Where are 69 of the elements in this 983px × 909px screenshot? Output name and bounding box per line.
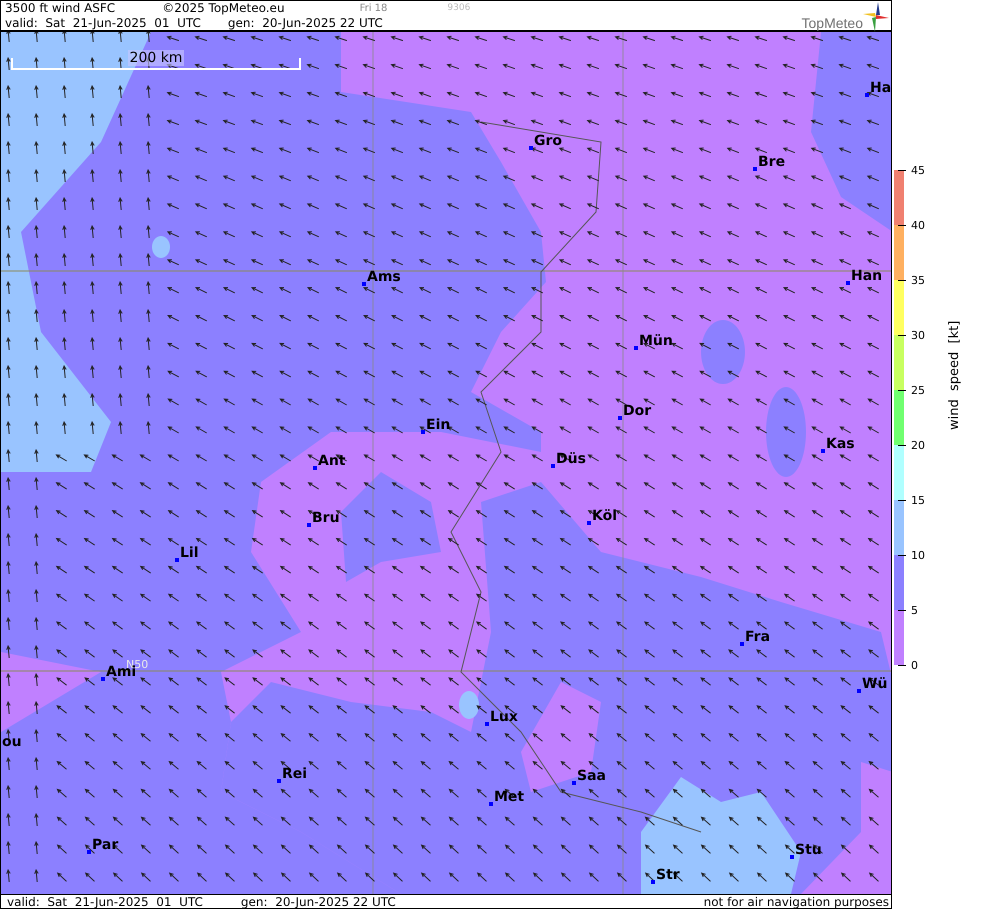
city-marker-icon <box>551 464 555 468</box>
city-marker-icon <box>313 466 317 470</box>
city-marker-icon <box>753 167 757 171</box>
scale-tick-label: 10 <box>911 548 925 562</box>
city-label: Fra <box>745 630 770 644</box>
city-marker-icon <box>618 416 622 420</box>
city-label: Saa <box>577 769 606 783</box>
scale-tick-label: 25 <box>911 384 925 396</box>
city-marker-icon <box>485 722 489 726</box>
city-marker-icon <box>87 850 91 854</box>
city-label: Kas <box>826 437 855 451</box>
code-text: 9306 <box>447 2 470 15</box>
scale-tick-label: 15 <box>911 494 925 506</box>
city-marker-icon <box>572 781 576 785</box>
city-label: Gro <box>534 134 562 148</box>
day-text: Fri 18 <box>360 2 388 16</box>
city-label: Bre <box>758 155 786 169</box>
copyright-text: ©2025 TopMeteo.eu <box>162 1 285 16</box>
city-marker-icon <box>421 430 425 434</box>
scale-tick-label: 45 <box>911 164 925 176</box>
city-label: Stu <box>795 843 822 857</box>
city-label: Rei <box>282 767 308 781</box>
city-label: Düs <box>556 452 586 466</box>
city-marker-icon <box>529 146 533 150</box>
valid-time: valid: Sat 21-Jun-2025 01 UTC <box>7 896 203 908</box>
scale-tick-label: 35 <box>911 274 925 286</box>
city-marker-icon <box>101 677 105 681</box>
city-label: Bru <box>312 511 340 525</box>
city-label: Wü <box>862 677 888 691</box>
city-label: Met <box>494 790 524 804</box>
city-label: Lil <box>180 546 199 560</box>
scale-tick-label: 5 <box>911 604 918 616</box>
scale-tick-label: 30 <box>911 328 925 342</box>
scale-label: 200 km <box>128 50 184 66</box>
city-marker-icon <box>489 802 493 806</box>
city-marker-icon <box>175 558 179 562</box>
city-marker-icon <box>857 689 861 693</box>
city-marker-icon <box>362 282 366 286</box>
logo-text: TopMeteo <box>802 15 863 31</box>
city-label: Par <box>92 838 118 852</box>
city-label: ou <box>2 735 22 749</box>
valid-time: valid: Sat 21-Jun-2025 01 UTC <box>5 16 201 31</box>
city-marker-icon <box>277 779 281 783</box>
city-label: Köl <box>592 509 618 523</box>
city-marker-icon <box>821 449 825 453</box>
city-marker-icon <box>846 281 850 285</box>
disclaimer-text: not for air navigation purposes <box>704 896 889 908</box>
city-marker-icon <box>307 523 311 527</box>
map-title: 3500 ft wind ASFC <box>5 1 116 16</box>
generated-time: gen: 20-Jun-2025 22 UTC <box>228 16 383 31</box>
city-marker-icon <box>651 880 655 884</box>
city-label: Dor <box>623 404 652 418</box>
city-label: Ha <box>870 81 891 95</box>
city-marker-icon <box>587 521 591 525</box>
axis-label: wind speed [kt] <box>947 320 962 430</box>
city-marker-icon <box>740 642 744 646</box>
city-marker-icon <box>634 346 638 350</box>
scale-tick-label: 40 <box>911 218 925 232</box>
city-label: Ams <box>367 270 401 284</box>
city-label: Ant <box>318 454 346 468</box>
scale-tick-label: 0 <box>911 658 918 672</box>
scale-tick-label: 20 <box>911 438 925 452</box>
city-marker-icon <box>865 93 869 97</box>
city-marker-icon <box>790 855 794 859</box>
generated-time: gen: 20-Jun-2025 22 UTC <box>240 896 396 908</box>
city-label: Han <box>851 269 882 283</box>
city-label: Mün <box>639 334 673 348</box>
pinwheel-logo-icon <box>863 2 889 32</box>
city-label: Ein <box>426 418 450 432</box>
